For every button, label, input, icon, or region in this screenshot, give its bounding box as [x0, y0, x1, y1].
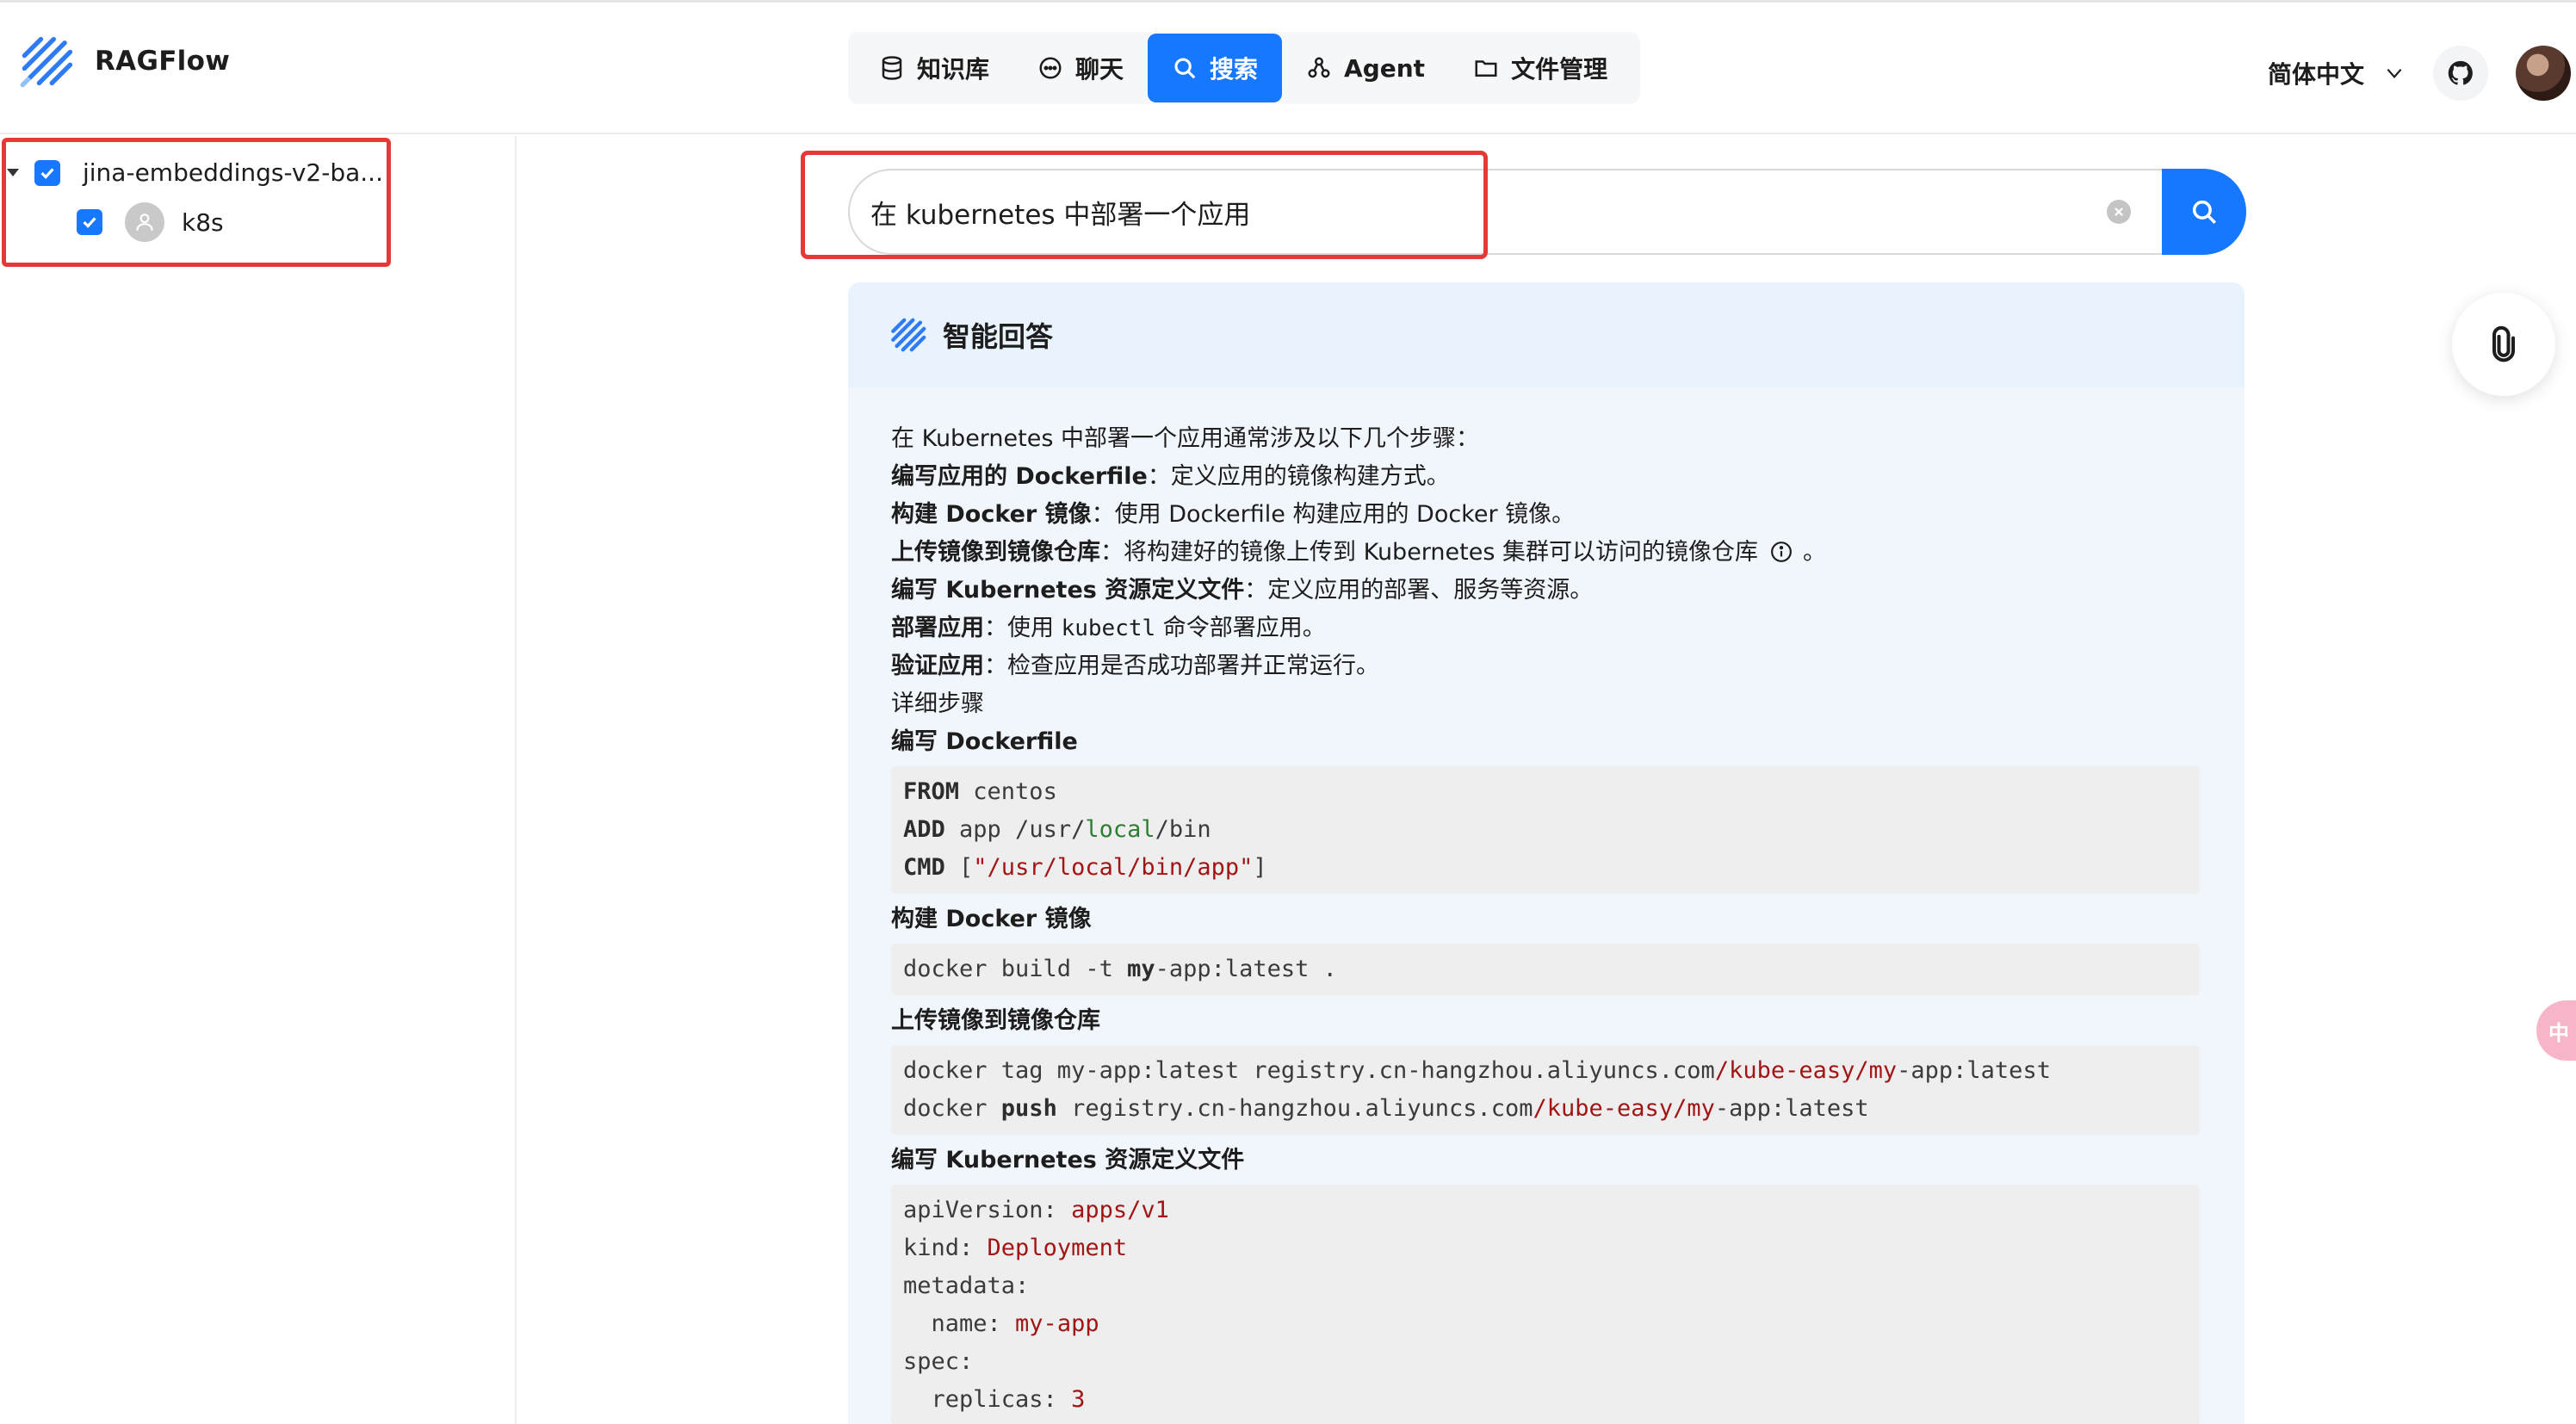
folder-icon [1475, 60, 1497, 77]
side-widget-label: 中 [2548, 1020, 2569, 1045]
nav-label: 文件管理 [1511, 55, 1608, 84]
answer-body: 在 Kubernetes 中部署一个应用通常涉及以下几个步骤： 编写应用的 Do… [891, 420, 2200, 1424]
tree-node-root[interactable]: jina-embeddings-v2-ba... [7, 158, 383, 187]
language-selector[interactable]: 简体中文 [2268, 56, 2406, 90]
step-item: 部署应用：使用 kubectl 命令部署应用。 [891, 615, 1326, 641]
section-heading: 上传镜像到镜像仓库 [891, 1007, 1100, 1034]
user-avatar[interactable] [2516, 46, 2571, 101]
tree-label-k8s: k8s [182, 207, 224, 237]
app-name: RAGFlow [95, 46, 231, 77]
attachment-button[interactable] [2452, 293, 2555, 396]
ragflow-logo-icon [891, 318, 926, 352]
section-heading: 编写 Dockerfile [891, 728, 1078, 755]
database-icon [882, 56, 902, 80]
code-block-build: docker build -t my-app:latest . [891, 944, 2200, 995]
search-input[interactable] [848, 169, 2165, 255]
section-heading: 构建 Docker 镜像 [891, 906, 1092, 932]
user-icon [136, 214, 153, 231]
nav-agent[interactable]: Agent [1282, 34, 1449, 102]
step-item: 编写 Kubernetes 资源定义文件：定义应用的部署、服务等资源。 [891, 577, 1594, 604]
kb-avatar [125, 202, 164, 242]
tree-checkbox-k8s[interactable] [77, 209, 102, 235]
step-item: 上传镜像到镜像仓库：将构建好的镜像上传到 Kubernetes 集群可以访问的镜… [891, 539, 1827, 566]
language-label: 简体中文 [2268, 60, 2365, 89]
expand-caret-icon[interactable] [7, 169, 19, 176]
code-block-push: docker tag my-app:latest registry.cn-han… [891, 1045, 2200, 1135]
ai-answer-card: 智能回答 在 Kubernetes 中部署一个应用通常涉及以下几个步骤： 编写应… [848, 282, 2245, 1424]
details-label: 详细步骤 [891, 690, 984, 717]
clear-icon[interactable] [2107, 200, 2131, 224]
main-nav: 知识库 聊天 搜索 Agent 文件管理 [848, 32, 1640, 104]
tree-label-root: jina-embeddings-v2-ba... [83, 158, 383, 187]
paperclip-icon [2492, 325, 2516, 362]
search-bar [848, 169, 2246, 255]
nav-label: 搜索 [1210, 55, 1259, 84]
check-icon [83, 217, 96, 228]
info-icon[interactable] [1770, 541, 1793, 563]
search-icon [2192, 200, 2217, 225]
search-button[interactable] [2162, 169, 2246, 255]
section-heading: 编写 Kubernetes 资源定义文件 [891, 1147, 1245, 1173]
nav-search[interactable]: 搜索 [1148, 34, 1283, 102]
tree-node-k8s[interactable]: k8s [77, 202, 224, 242]
code-block-dockerfile: FROM centos ADD app /usr/local/bin CMD ["/… [891, 766, 2200, 894]
code-block-yaml: apiVersion: apps/v1 kind: Deployment metad… [891, 1185, 2200, 1424]
chat-icon [1039, 57, 1062, 79]
knowledge-base-sidebar [0, 136, 517, 1424]
ragflow-logo-icon [20, 36, 73, 88]
step-item: 验证应用：检查应用是否成功部署并正常运行。 [891, 653, 1379, 679]
github-icon [2448, 60, 2473, 85]
answer-intro: 在 Kubernetes 中部署一个应用通常涉及以下几个步骤： [891, 425, 1480, 452]
search-icon [1174, 58, 1196, 79]
chevron-down-icon [2387, 68, 2402, 78]
app-logo[interactable]: RAGFlow [19, 32, 230, 90]
nav-label: Agent [1344, 53, 1426, 83]
nav-label: 聊天 [1075, 55, 1124, 84]
nav-file-management[interactable]: 文件管理 [1449, 34, 1632, 102]
answer-title: 智能回答 [943, 320, 1054, 353]
nav-knowledge-base[interactable]: 知识库 [855, 34, 1013, 102]
step-item: 构建 Docker 镜像：使用 Dockerfile 构建应用的 Docker … [891, 501, 1576, 528]
agent-graph-icon [1308, 57, 1330, 78]
github-button[interactable] [2433, 46, 2488, 101]
tree-checkbox-root[interactable] [34, 159, 60, 186]
check-icon [40, 167, 54, 179]
answer-header: 智能回答 [848, 282, 2245, 387]
nav-chat[interactable]: 聊天 [1013, 34, 1148, 102]
nav-label: 知识库 [917, 55, 990, 84]
top-header: RAGFlow 知识库 聊天 搜索 Agent 文件管理 简体中文 [0, 0, 2576, 134]
step-item: 编写应用的 Dockerfile：定义应用的镜像构建方式。 [891, 463, 1450, 490]
